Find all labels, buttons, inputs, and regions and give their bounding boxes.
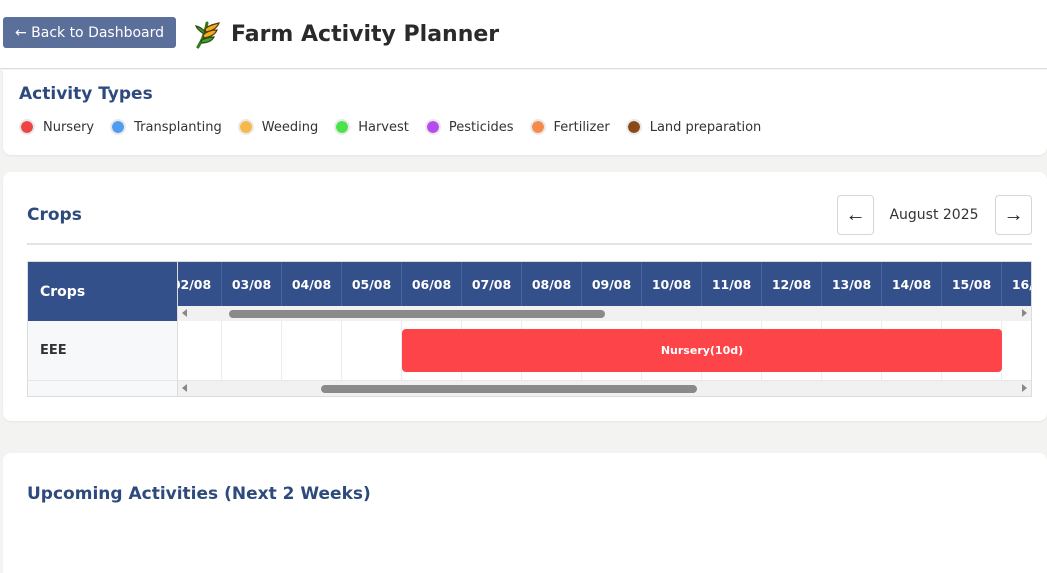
legend-color-dot: [625, 119, 642, 135]
month-label: August 2025: [889, 207, 979, 223]
date-column-header: 09/08: [582, 262, 642, 306]
legend-label: Transplanting: [134, 119, 222, 135]
legend-item-harvest: Harvest: [334, 119, 409, 135]
date-column-header: 08/08: [522, 262, 582, 306]
date-column-header: 12/08: [762, 262, 822, 306]
activity-legend: Nursery Transplanting Weeding Harvest Pestic…: [19, 119, 761, 135]
gantt-chart: Crops EEE 02/0803/0804/0805/0806/0807/08…: [27, 261, 1032, 397]
date-column-header: 04/08: [282, 262, 342, 306]
date-column-header: 03/08: [222, 262, 282, 306]
crop-column-header: Crops: [28, 262, 177, 321]
legend-color-dot: [424, 119, 441, 135]
legend-color-dot: [237, 119, 254, 135]
date-column-header: 16/08: [1002, 262, 1031, 306]
date-column-header: 14/08: [882, 262, 942, 306]
date-column-header: 11/08: [702, 262, 762, 306]
page-title: Farm Activity Planner: [231, 21, 500, 47]
app-title: Farm Activity Planner: [193, 16, 499, 52]
arrow-right-icon: →: [1003, 203, 1024, 226]
wheat-sprout-icon: [195, 21, 220, 49]
legend-color-dot: [334, 119, 351, 135]
legend-label: Weeding: [261, 119, 319, 135]
timeline-scrollbar[interactable]: [178, 381, 1031, 396]
legend-label: Land preparation: [649, 119, 762, 135]
top-bar: ← Back to Dashboard Farm Activity Planne…: [0, 0, 1047, 69]
scroll-left-icon[interactable]: [182, 309, 187, 317]
crops-title: Crops: [27, 205, 82, 225]
legend-label: Harvest: [358, 119, 409, 135]
prev-month-button[interactable]: ←: [837, 195, 874, 235]
date-column-header: 06/08: [402, 262, 462, 306]
upcoming-activities-card: Upcoming Activities (Next 2 Weeks): [3, 453, 1047, 573]
legend-color-dot: [110, 119, 127, 135]
scroll-left-icon[interactable]: [182, 384, 187, 392]
legend-item-land-preparation: Land preparation: [625, 119, 762, 135]
next-month-button[interactable]: →: [995, 195, 1032, 235]
scroll-right-icon[interactable]: [1022, 309, 1027, 317]
crop-row-label: EEE: [28, 321, 177, 381]
scrollbar-thumb[interactable]: [321, 385, 697, 393]
scrollbar-thumb[interactable]: [229, 310, 605, 318]
legend-color-dot: [529, 119, 546, 135]
arrow-left-icon: ←: [845, 203, 866, 226]
timeline[interactable]: 02/0803/0804/0805/0806/0807/0808/0809/08…: [178, 262, 1031, 396]
legend-item-fertilizer: Fertilizer: [529, 119, 610, 135]
crop-column: Crops EEE: [28, 262, 178, 396]
crops-card: Crops ← August 2025 → Crops EEE 02/0803/…: [3, 172, 1047, 421]
divider: [27, 243, 1032, 245]
scroll-right-icon[interactable]: [1022, 384, 1027, 392]
activity-types-title: Activity Types: [19, 84, 153, 104]
legend-item-weeding: Weeding: [237, 119, 319, 135]
grid-line: [341, 321, 342, 381]
legend-label: Pesticides: [448, 119, 514, 135]
back-to-dashboard-button[interactable]: ← Back to Dashboard: [3, 17, 176, 48]
legend-color-dot: [19, 119, 35, 135]
date-column-header: 15/08: [942, 262, 1002, 306]
activity-bar-nursery[interactable]: Nursery(10d): [402, 329, 1002, 372]
legend-item-nursery: Nursery: [19, 119, 94, 135]
grid-line: [281, 321, 282, 381]
date-column-header: 07/08: [462, 262, 522, 306]
crop-timeline-row: Nursery(10d): [178, 321, 1031, 381]
date-column-header: 13/08: [822, 262, 882, 306]
date-header: 02/0803/0804/0805/0806/0807/0808/0809/08…: [178, 262, 1031, 306]
upcoming-activities-title: Upcoming Activities (Next 2 Weeks): [27, 484, 371, 504]
legend-label: Fertilizer: [553, 119, 610, 135]
legend-item-transplanting: Transplanting: [110, 119, 222, 135]
date-column-header: 10/08: [642, 262, 702, 306]
legend-item-pesticides: Pesticides: [424, 119, 514, 135]
header-scrollbar[interactable]: [178, 306, 1031, 321]
date-column-header: 02/08: [178, 262, 222, 306]
grid-line: [221, 321, 222, 381]
activity-types-card: Activity Types Nursery Transplanting Weedi…: [3, 70, 1047, 155]
legend-label: Nursery: [43, 119, 95, 135]
date-column-header: 05/08: [342, 262, 402, 306]
